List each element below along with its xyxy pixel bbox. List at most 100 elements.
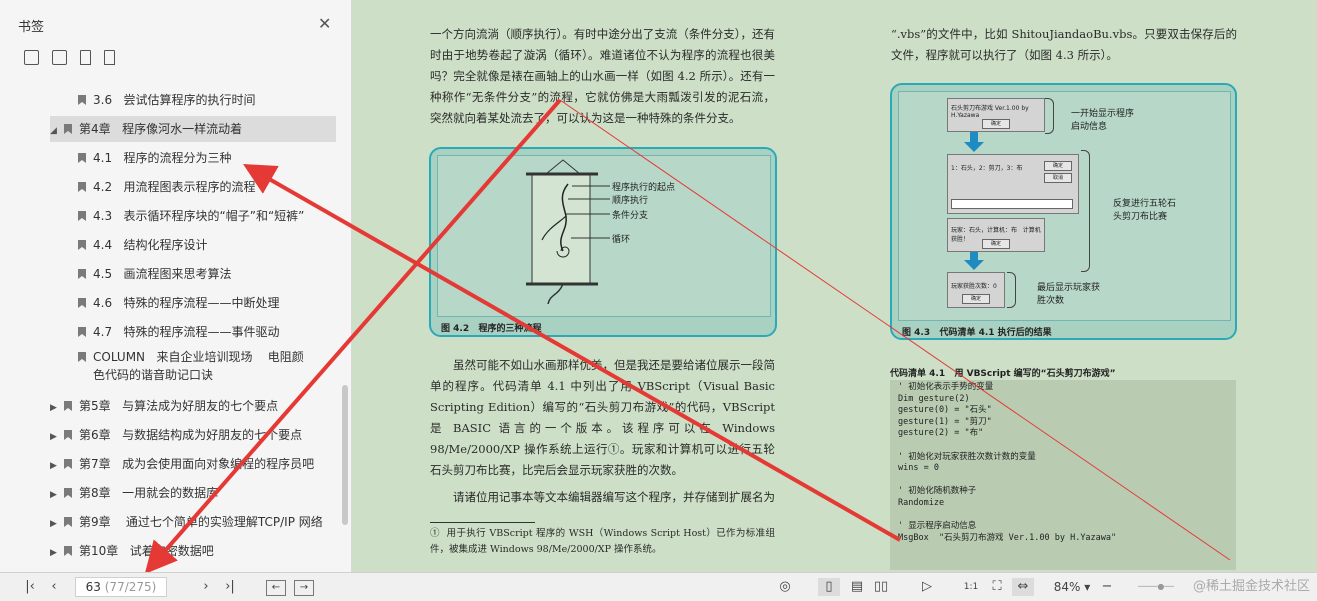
bookmark-icon [78, 211, 86, 221]
code-line: ' 初始化表示手势的变量 [898, 382, 994, 392]
bookmark-icon [78, 153, 86, 163]
bookmark-label: 4.4 结构化程序设计 [93, 238, 208, 252]
figure-label: 程序执行的起点 [612, 183, 676, 193]
dialog-screenshot: 玩家获胜次数：0 确定 [947, 272, 1005, 308]
bookmark-item[interactable]: 4.3 表示循环程序块的“帽子”和“短裤” [78, 203, 304, 229]
expand-arrow-icon[interactable]: ▶ [50, 540, 64, 566]
figure-label: 最后显示玩家获胜次数 [1037, 283, 1101, 306]
expand-arrow-icon[interactable]: ▶ [50, 395, 64, 421]
add-bookmark-icon[interactable] [80, 50, 91, 65]
dialog-input [951, 199, 1073, 209]
zoom-level[interactable]: 84% ▾ [1052, 578, 1092, 596]
dialog-screenshot: 玩家：石头，计算机：布 计算机获胜！ 确定 [947, 218, 1045, 252]
bookmark-icon [64, 517, 72, 527]
bookmark-item[interactable]: 4.2 用流程图表示程序的流程 [78, 174, 256, 200]
fit-width-icon[interactable]: ⇔ [1012, 578, 1034, 596]
bookmark-icon [64, 430, 72, 440]
last-page-icon[interactable]: ›| [222, 578, 238, 596]
bookmark-label: 4.7 特殊的程序流程——事件驱动 [93, 325, 280, 339]
figure-illustration: 石头剪刀布游戏 Ver.1.00 by H.Yazawa 确定 1：石头，2：剪… [898, 91, 1231, 321]
bookmark-icon [78, 352, 86, 362]
dialog-text: 玩家获胜次数：0 [951, 283, 997, 290]
dialog-screenshot: 1：石头，2：剪刀，3：布 确定 取消 [947, 154, 1079, 214]
page-number-input[interactable]: 63 (77/275) [75, 577, 167, 597]
sidebar-scrollbar[interactable] [342, 385, 348, 525]
paragraph: 一个方向流淌（顺序执行）。有时中途分出了支流（条件分支），还有时由于地势卷起了漩… [430, 27, 775, 125]
collapse-arrow-icon[interactable]: ◢ [50, 118, 64, 144]
figure-label: 反复进行五轮石头剪刀布比赛 [1113, 199, 1177, 222]
zoom-out-icon[interactable]: − [1100, 578, 1114, 596]
bookmark-chapter-10[interactable]: ▶ 第10章 试着加密数据吧 [50, 538, 214, 564]
bookmark-icon [78, 298, 86, 308]
bookmark-chapter-7[interactable]: ▶ 第7章 成为会使用面向对象编程的程序员吧 [50, 451, 314, 477]
bookmark-chapter-4[interactable]: ◢ 第4章 程序像河水一样流动着 [50, 116, 336, 142]
figure-illustration: 程序执行的起点 顺序执行 条件分支 循环 [437, 155, 771, 317]
first-page-icon[interactable]: |‹ [22, 578, 38, 596]
eye-protect-icon[interactable]: ◎ [774, 578, 796, 596]
code-line: gesture(2) = "布" [898, 428, 984, 439]
expand-arrow-icon[interactable]: ▶ [50, 482, 64, 508]
figure-label: 一开始显示程序启动信息 [1071, 109, 1135, 132]
bookmark-item[interactable]: 4.4 结构化程序设计 [78, 232, 208, 258]
bookmark-item[interactable]: 3.6 尝试估算程序的执行时间 [78, 87, 256, 113]
bookmark-chapter-5[interactable]: ▶ 第5章 与算法成为好朋友的七个要点 [50, 393, 278, 419]
bookmark-label: 第10章 试着加密数据吧 [79, 544, 214, 558]
bookmark-label: 第5章 与算法成为好朋友的七个要点 [79, 399, 279, 413]
code-line: ' 初始化对玩家获胜次数计数的变量 [898, 451, 1036, 462]
code-line: gesture(0) = "石头" [898, 405, 992, 416]
bookmark-label: 4.1 程序的流程分为三种 [93, 151, 232, 165]
bookmark-chapter-9[interactable]: ▶ 第9章 通过七个简单的实验理解TCP/IP 网络 [50, 509, 323, 535]
close-icon[interactable]: ✕ [318, 14, 331, 33]
bookmark-icon [78, 269, 86, 279]
prev-page-icon[interactable]: ‹ [46, 578, 62, 596]
single-page-icon[interactable]: ▯ [818, 578, 840, 596]
figure-label: 循环 [612, 235, 631, 245]
code-line: MsgBox "石头剪刀布游戏 Ver.1.00 by H.Yazawa" [898, 532, 1117, 543]
bookmark-chapter-6[interactable]: ▶ 第6章 与数据结构成为好朋友的七个要点 [50, 422, 302, 448]
paragraph: “.vbs”的文件中，比如 ShitouJiandaoBu.vbs。只要双击保存… [891, 27, 1237, 62]
play-icon[interactable]: ▷ [916, 578, 938, 596]
dialog-text: 1：石头，2：剪刀，3：布 [951, 165, 1023, 172]
bookmark-item[interactable]: 4.1 程序的流程分为三种 [78, 145, 232, 171]
expand-arrow-icon[interactable]: ▶ [50, 453, 64, 479]
code-listing: ' 初始化表示手势的变量 Dim gesture(2) gesture(0) = "… [890, 380, 1236, 570]
fit-page-icon[interactable]: ⛶ [986, 578, 1008, 596]
two-page-icon[interactable]: ▯▯ [870, 578, 892, 596]
bookmark-item[interactable]: 4.5 画流程图来思考算法 [78, 261, 232, 287]
bookmark-icon [78, 95, 86, 105]
figure-4-3: 石头剪刀布游戏 Ver.1.00 by H.Yazawa 确定 1：石头，2：剪… [890, 83, 1237, 340]
document-view[interactable]: 一个方向流淌（顺序执行）。有时中途分出了支流（条件分支），还有时由于地势卷起了漩… [353, 0, 1317, 572]
expand-arrow-icon[interactable]: ▶ [50, 511, 64, 537]
bookmark-icon [64, 459, 72, 469]
bookmark-label: 4.5 画流程图来思考算法 [93, 267, 232, 281]
brace [1081, 150, 1090, 272]
bookmark-icon [64, 488, 72, 498]
expand-all-icon[interactable] [24, 50, 39, 65]
continuous-page-icon[interactable]: ▤ [846, 578, 868, 596]
figure-caption: 图 4.2 程序的三种流程 [441, 324, 542, 334]
code-line: ' 显示程序启动信息 [898, 521, 977, 532]
expand-arrow-icon[interactable]: ▶ [50, 424, 64, 450]
bookmark-label: 色代码的谐音助记口诀 [93, 368, 214, 382]
next-page-icon[interactable]: › [198, 578, 214, 596]
bookmark-label: 4.6 特殊的程序流程——中断处理 [93, 296, 280, 310]
bookmark-toolbar [24, 50, 115, 65]
bookmark-item[interactable]: COLUMN 来自企业培训现场 电阻颜 色代码的谐音助记口诀 [78, 348, 304, 388]
bookmark-item[interactable]: 4.6 特殊的程序流程——中断处理 [78, 290, 280, 316]
figure-caption: 图 4.3 代码清单 4.1 执行后的结果 [902, 328, 1052, 338]
bookmark-label: 4.3 表示循环程序块的“帽子”和“短裤” [93, 209, 305, 223]
zoom-value: 84% [1053, 580, 1081, 594]
code-line: Randomize [898, 497, 945, 508]
bookmark-label: COLUMN 来自企业培训现场 电阻颜 [93, 350, 304, 364]
figure-label: 顺序执行 [612, 196, 649, 206]
forward-icon[interactable]: → [294, 580, 314, 596]
actual-size-icon[interactable]: 1:1 [960, 578, 982, 596]
watermark: @稀土掘金技术社区 [1192, 579, 1310, 594]
bookmark-chapter-8[interactable]: ▶ 第8章 一用就会的数据库 [50, 480, 218, 506]
bookmark-item[interactable]: 4.7 特殊的程序流程——事件驱动 [78, 319, 280, 345]
collapse-all-icon[interactable] [52, 50, 67, 65]
bookmark-icon[interactable] [104, 50, 115, 65]
back-icon[interactable]: ← [266, 580, 286, 596]
bookmark-icon [64, 401, 72, 411]
